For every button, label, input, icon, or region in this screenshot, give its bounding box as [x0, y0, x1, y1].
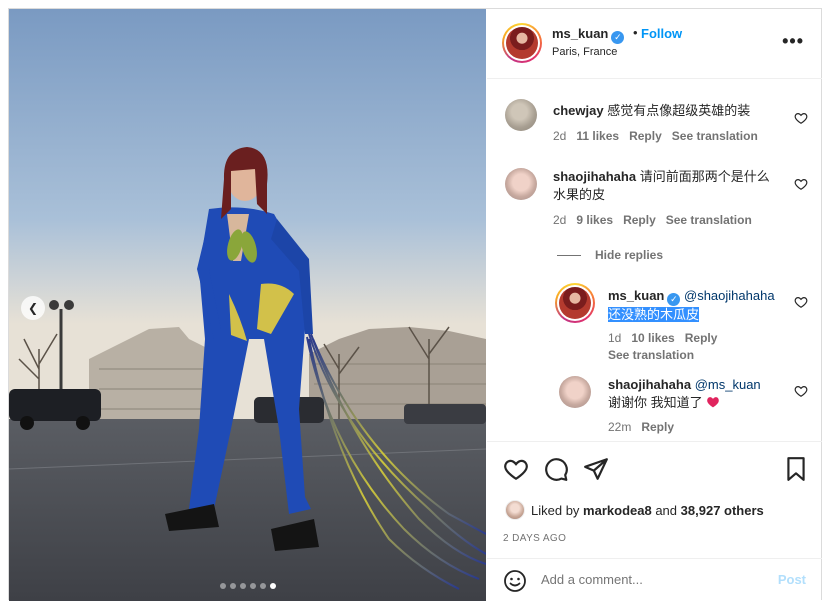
- follow-button[interactable]: Follow: [641, 26, 682, 41]
- comment-time[interactable]: 2d: [553, 213, 566, 227]
- add-comment-input[interactable]: [541, 572, 761, 587]
- like-heart-icon[interactable]: [503, 456, 529, 482]
- see-translation-button[interactable]: See translation: [672, 129, 758, 143]
- post-sidebar: ms_kuan ✓ • Follow Paris, France ••• chew…: [487, 9, 822, 601]
- reply-translation: See translation: [608, 348, 694, 362]
- carousel-dot: [239, 583, 246, 589]
- comment-meta: 2d 9 likes Reply See translation: [553, 213, 752, 227]
- reply-avatar[interactable]: [559, 376, 591, 408]
- liker-username[interactable]: markodea8: [583, 503, 652, 518]
- carousel-dot: [259, 583, 266, 589]
- comment-meta: 2d 11 likes Reply See translation: [553, 129, 758, 143]
- reply-likes[interactable]: 10 likes: [631, 331, 674, 345]
- comment-likes[interactable]: 11 likes: [576, 129, 619, 143]
- reply-button[interactable]: Reply: [685, 331, 718, 345]
- post-actions: Liked by markodea8 and 38,927 others 2 D…: [487, 441, 822, 601]
- reply-username[interactable]: shaojihahaha: [608, 377, 691, 392]
- comment-avatar[interactable]: [505, 168, 537, 200]
- carousel-prev-button[interactable]: ❮: [21, 296, 45, 320]
- comment-body: chewjay 感觉有点像超级英雄的装: [553, 102, 778, 120]
- reply-like-heart-icon[interactable]: [794, 295, 808, 309]
- reply-time[interactable]: 22m: [608, 420, 631, 434]
- likes-count[interactable]: 38,927 others: [681, 503, 764, 518]
- carousel-dot: [219, 583, 226, 589]
- carousel-dots: [9, 583, 486, 589]
- header-separator: •: [633, 25, 638, 40]
- reply-button[interactable]: Reply: [641, 420, 674, 434]
- liked-by-label: Liked by: [531, 502, 580, 518]
- chevron-left-icon: ❮: [27, 301, 39, 315]
- add-comment-row: Post: [487, 558, 822, 602]
- bookmark-save-icon[interactable]: [783, 456, 809, 482]
- reply-body: shaojihahaha @ms_kuan 谢谢你 我知道了: [608, 376, 788, 412]
- likes-summary: Liked by markodea8 and 38,927 others: [505, 500, 764, 520]
- more-horizontal-icon[interactable]: •••: [782, 31, 804, 52]
- reply-mention[interactable]: @shaojihahaha: [684, 288, 775, 303]
- post-header: ms_kuan ✓ • Follow Paris, France •••: [487, 9, 822, 79]
- reply-button[interactable]: Reply: [623, 213, 656, 227]
- verified-icon: ✓: [667, 292, 681, 306]
- hide-replies-button[interactable]: Hide replies: [557, 248, 663, 262]
- comment-body: shaojihahaha 请问前面那两个是什么水果的皮: [553, 168, 778, 204]
- post-comment-button[interactable]: Post: [778, 572, 806, 587]
- liker-avatar[interactable]: [505, 500, 525, 520]
- reply-body: ms_kuan ✓ @shaojihahaha 还没熟的木瓜皮: [608, 287, 788, 324]
- photo-image: [9, 9, 486, 601]
- reply-meta: 1d 10 likes Reply: [608, 331, 717, 345]
- reply-text: 还没熟的木瓜皮: [608, 306, 700, 322]
- comment-avatar[interactable]: [505, 99, 537, 131]
- comment-username[interactable]: shaojihahaha: [553, 169, 636, 184]
- reply-mention[interactable]: @ms_kuan: [695, 377, 761, 392]
- comment-likes[interactable]: 9 likes: [576, 213, 613, 227]
- instagram-post: ❮ ms_kuan ✓ • Follow Paris, France ••• ch…: [8, 8, 822, 601]
- author-avatar[interactable]: [502, 23, 542, 63]
- reply-meta: 22m Reply: [608, 420, 674, 434]
- post-photo[interactable]: ❮: [9, 9, 486, 601]
- see-translation-button[interactable]: See translation: [608, 348, 694, 362]
- author-username[interactable]: ms_kuan ✓: [552, 26, 625, 44]
- divider-line: [557, 254, 581, 256]
- reply-avatar[interactable]: [555, 283, 595, 323]
- reply-text: 谢谢你 我知道了: [608, 395, 703, 410]
- likes-and-label: and: [655, 502, 678, 518]
- reply-like-heart-icon[interactable]: [794, 384, 808, 398]
- comment-username[interactable]: chewjay: [553, 103, 604, 118]
- comment-time[interactable]: 2d: [553, 129, 566, 143]
- comment-like-heart-icon[interactable]: [794, 177, 808, 191]
- post-location[interactable]: Paris, France: [552, 46, 617, 58]
- carousel-dot: [249, 583, 256, 589]
- carousel-dot: [229, 583, 236, 589]
- post-timestamp[interactable]: 2 DAYS AGO: [503, 533, 566, 544]
- reply-username[interactable]: ms_kuan: [608, 288, 664, 303]
- verified-icon: ✓: [611, 31, 625, 44]
- reply-button[interactable]: Reply: [629, 129, 662, 143]
- comment-bubble-icon[interactable]: [543, 456, 569, 482]
- carousel-dot: [269, 583, 276, 589]
- comment-text: 感觉有点像超级英雄的装: [607, 103, 751, 118]
- comment-like-heart-icon[interactable]: [794, 111, 808, 125]
- reply-time[interactable]: 1d: [608, 331, 621, 345]
- share-send-icon[interactable]: [583, 456, 609, 482]
- hide-replies-label: Hide replies: [595, 248, 664, 262]
- see-translation-button[interactable]: See translation: [666, 213, 752, 227]
- comments-list: chewjay 感觉有点像超级英雄的装 2d 11 likes Reply Se…: [487, 80, 822, 440]
- emoji-smiley-icon[interactable]: [503, 569, 527, 593]
- red-heart-emoji-icon: [707, 397, 720, 408]
